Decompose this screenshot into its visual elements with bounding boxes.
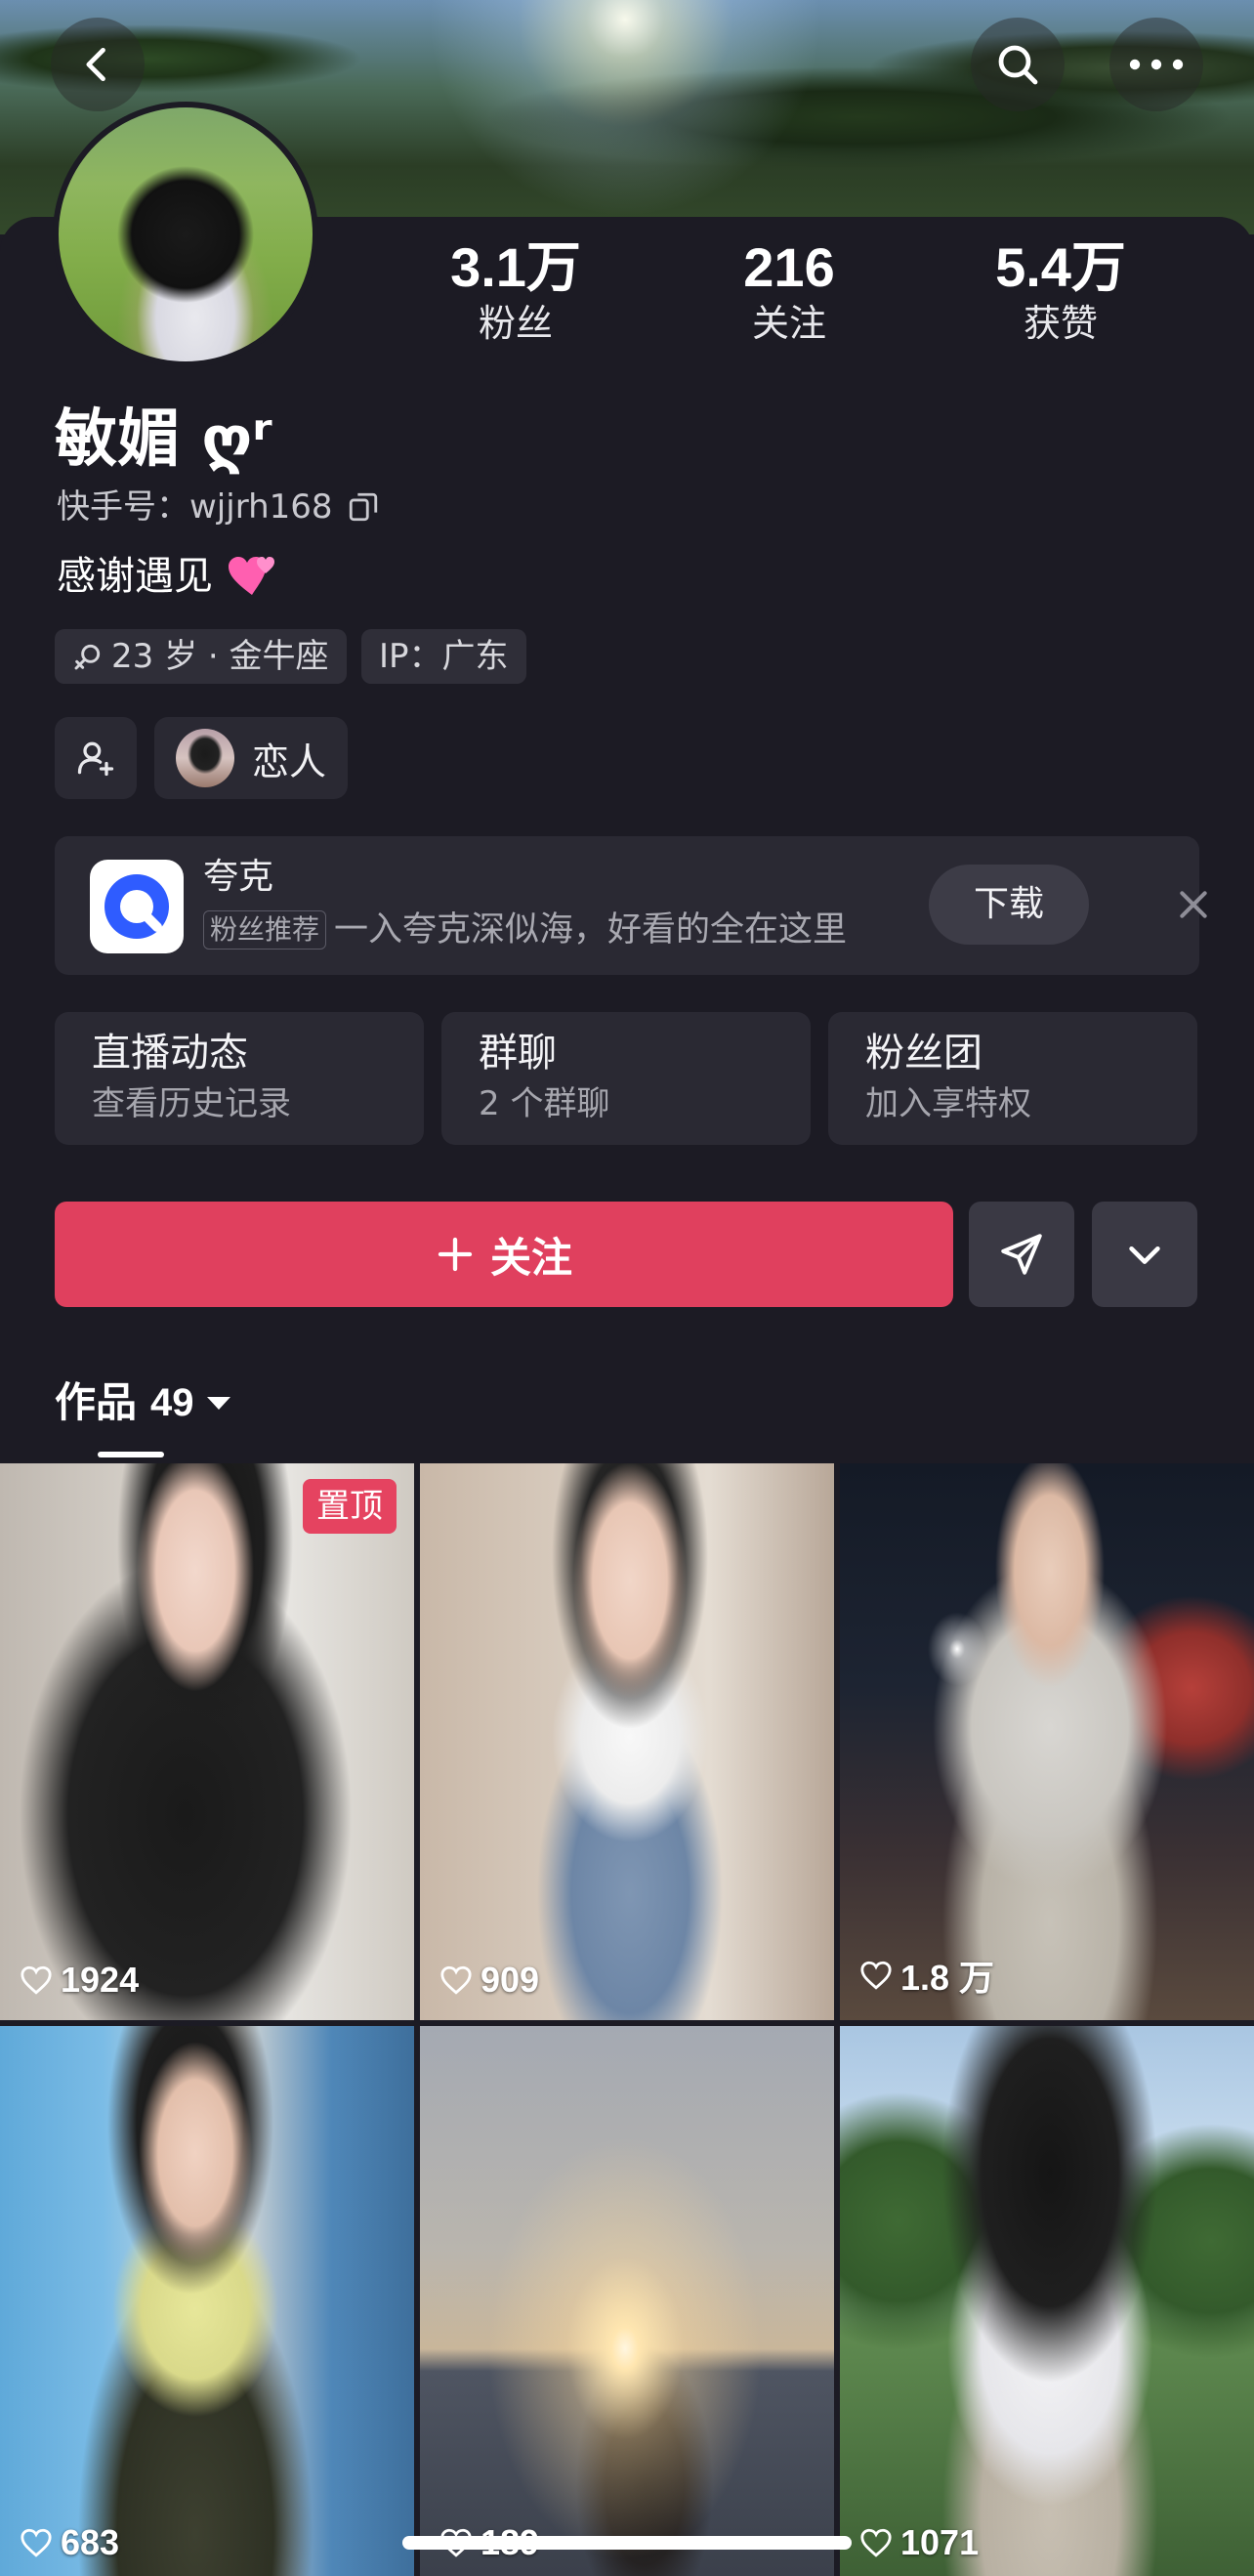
close-icon[interactable] bbox=[1174, 885, 1213, 924]
follow-button[interactable]: 关注 bbox=[55, 1202, 953, 1307]
add-user-icon bbox=[77, 741, 114, 777]
search-button[interactable] bbox=[971, 18, 1065, 111]
avatar[interactable] bbox=[53, 102, 318, 367]
kuaishou-id: 快手号：wjjrh168 bbox=[57, 487, 333, 527]
likes-count: 1071 bbox=[900, 2522, 980, 2562]
profile-name: 敏媚 ღʳ bbox=[55, 403, 272, 476]
likes-count: 909 bbox=[481, 1960, 540, 2000]
stat-following[interactable]: 216 关注 bbox=[682, 236, 897, 348]
stat-followers[interactable]: 3.1万 粉丝 bbox=[408, 236, 623, 348]
copy-icon bbox=[349, 492, 377, 522]
work-likes: 909 bbox=[439, 1960, 539, 2001]
ad-download-button[interactable]: 下载 bbox=[929, 865, 1089, 945]
chevron-down-icon bbox=[1129, 1246, 1160, 1264]
profile-bio-row: 感谢遇见 bbox=[57, 549, 275, 604]
stat-value: 3.1万 bbox=[450, 236, 581, 298]
works-label: 作品 bbox=[55, 1378, 138, 1426]
works-count: 49 bbox=[150, 1381, 194, 1424]
feature-title: 粉丝团 bbox=[865, 1031, 982, 1076]
work-thumbnail[interactable]: 189 bbox=[420, 2026, 834, 2576]
plus-icon bbox=[438, 1237, 473, 1272]
ip-location-text: IP：广东 bbox=[379, 637, 509, 676]
home-indicator[interactable] bbox=[402, 2536, 852, 2550]
age-zodiac-text: 23 岁 · 金牛座 bbox=[111, 637, 329, 676]
feature-fan-club[interactable]: 粉丝团 加入享特权 bbox=[828, 1012, 1197, 1145]
heart-outline-icon bbox=[440, 1965, 472, 1995]
ad-app-name: 夸克 bbox=[203, 857, 274, 897]
ip-location-tag: IP：广东 bbox=[361, 629, 526, 684]
back-button[interactable] bbox=[51, 18, 145, 111]
feature-group-chat[interactable]: 群聊 2 个群聊 bbox=[441, 1012, 811, 1145]
age-zodiac-tag: 23 岁 · 金牛座 bbox=[55, 629, 347, 684]
profile-screen: 3.1万 粉丝 216 关注 5.4万 获赞 敏媚 ღʳ 快手号：wjjrh16… bbox=[0, 0, 1254, 2576]
work-thumbnail[interactable]: 683 bbox=[0, 2026, 414, 2576]
work-thumbnail[interactable]: 1071 bbox=[840, 2026, 1254, 2576]
ad-badge: 粉丝推荐 bbox=[203, 910, 327, 950]
likes-count: 683 bbox=[61, 2522, 120, 2562]
add-friend-button[interactable] bbox=[55, 717, 137, 799]
more-dots-icon bbox=[1129, 59, 1184, 70]
pinned-badge: 置顶 bbox=[303, 1479, 397, 1534]
stat-label: 获赞 bbox=[1023, 302, 1098, 345]
send-icon bbox=[1001, 1234, 1042, 1275]
ad-description: 一入夸克深似海，好看的全在这里 bbox=[334, 910, 848, 950]
ad-banner[interactable]: 夸克 粉丝推荐 一入夸克深似海，好看的全在这里 下载 bbox=[55, 836, 1207, 975]
feature-subtitle: 加入享特权 bbox=[865, 1084, 1031, 1123]
work-likes: 1071 bbox=[859, 2522, 979, 2563]
relation-label: 恋人 bbox=[251, 739, 326, 783]
work-thumbnail[interactable]: 置顶 1924 bbox=[0, 1463, 414, 2020]
quark-logo-icon bbox=[90, 860, 184, 953]
work-likes: 1924 bbox=[20, 1960, 139, 2001]
heart-outline-icon bbox=[21, 1965, 52, 1995]
feature-title: 直播动态 bbox=[92, 1031, 248, 1076]
stat-value: 5.4万 bbox=[995, 236, 1126, 298]
stat-label: 关注 bbox=[751, 302, 826, 345]
more-button[interactable] bbox=[1109, 18, 1203, 111]
stat-value: 216 bbox=[743, 236, 835, 298]
feature-live-history[interactable]: 直播动态 查看历史记录 bbox=[55, 1012, 424, 1145]
profile-bio: 感谢遇见 bbox=[57, 554, 213, 599]
tab-indicator bbox=[98, 1452, 164, 1457]
feature-subtitle: 查看历史记录 bbox=[92, 1084, 291, 1123]
two-hearts-icon bbox=[229, 557, 274, 595]
chevron-left-icon bbox=[86, 47, 105, 82]
ad-subtitle: 粉丝推荐 一入夸克深似海，好看的全在这里 bbox=[203, 908, 847, 951]
share-button[interactable] bbox=[969, 1202, 1074, 1307]
kuaishou-id-row[interactable]: 快手号：wjjrh168 bbox=[57, 483, 380, 531]
likes-count: 1.8 万 bbox=[900, 1958, 995, 1998]
expand-button[interactable] bbox=[1092, 1202, 1197, 1307]
female-symbol-icon bbox=[74, 644, 101, 670]
heart-outline-icon bbox=[21, 2528, 52, 2557]
caret-down-icon bbox=[206, 1397, 230, 1410]
work-thumbnail[interactable]: 1.8 万 bbox=[840, 1463, 1254, 2020]
feature-subtitle: 2 个群聊 bbox=[479, 1084, 610, 1123]
work-likes: 683 bbox=[20, 2522, 119, 2563]
search-icon bbox=[998, 45, 1038, 85]
heart-outline-icon bbox=[860, 1961, 892, 1990]
heart-outline-icon bbox=[860, 2528, 892, 2557]
work-thumbnail[interactable]: 909 bbox=[420, 1463, 834, 2020]
relation-avatar bbox=[175, 729, 234, 787]
likes-count: 1924 bbox=[61, 1960, 140, 2000]
relation-chip[interactable]: 恋人 bbox=[154, 717, 348, 799]
stat-label: 粉丝 bbox=[478, 302, 553, 345]
stat-likes[interactable]: 5.4万 获赞 bbox=[953, 236, 1168, 348]
feature-title: 群聊 bbox=[479, 1031, 557, 1076]
work-likes: 1.8 万 bbox=[859, 1950, 994, 2001]
follow-label: 关注 bbox=[489, 1233, 572, 1282]
tab-works[interactable]: 作品 49 bbox=[55, 1372, 233, 1434]
